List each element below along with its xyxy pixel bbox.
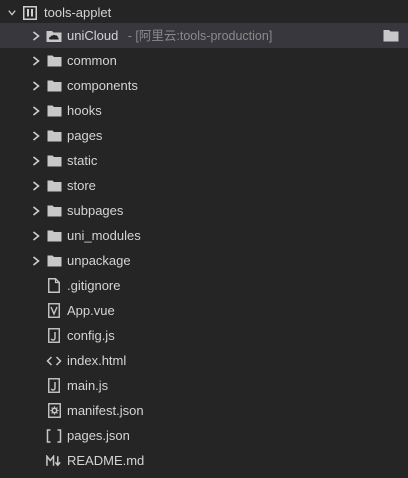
chevron-right-icon[interactable] xyxy=(30,248,42,273)
tree-item-pages-json[interactable]: pages.json xyxy=(0,423,408,448)
tree-item-label: index.html xyxy=(67,353,127,368)
settings-file-icon xyxy=(46,398,62,423)
folder-icon xyxy=(46,223,62,248)
tree-item-label: common xyxy=(67,53,117,68)
chevron-down-icon[interactable] xyxy=(6,0,18,25)
tree-item-label: uni_modules xyxy=(67,228,141,243)
chevron-right-icon[interactable] xyxy=(30,198,42,223)
tree-item-gitignore[interactable]: .gitignore xyxy=(0,273,408,298)
tree-item-label: manifest.json xyxy=(67,403,144,418)
tree-item-manifest-json[interactable]: manifest.json xyxy=(0,398,408,423)
markdown-file-icon xyxy=(46,448,62,473)
folder-icon xyxy=(46,248,62,273)
chevron-right-icon[interactable] xyxy=(30,123,42,148)
tree-item-label: config.js xyxy=(67,328,115,343)
project-icon xyxy=(22,0,38,25)
tree-item-readme-md[interactable]: README.md xyxy=(0,448,408,473)
tree-item-common[interactable]: common xyxy=(0,48,408,73)
tree-item-label: components xyxy=(67,78,138,93)
tree-item-label: pages xyxy=(67,128,103,143)
tree-item-hooks[interactable]: hooks xyxy=(0,98,408,123)
js-file-icon xyxy=(46,323,62,348)
tree-item-label: .gitignore xyxy=(67,278,121,293)
chevron-right-icon[interactable] xyxy=(30,73,42,98)
json-file-icon xyxy=(46,423,62,448)
folder-icon[interactable] xyxy=(382,23,400,48)
project-name: tools-applet xyxy=(44,5,112,20)
folder-icon xyxy=(46,173,62,198)
folder-icon xyxy=(46,148,62,173)
tree-item-label: uniCloud - [阿里云:tools-production] xyxy=(67,23,272,48)
tree-item-pages[interactable]: pages xyxy=(0,123,408,148)
tree-item-label: subpages xyxy=(67,203,124,218)
chevron-right-icon[interactable] xyxy=(30,223,42,248)
folder-icon xyxy=(46,98,62,123)
unicloud-label: uniCloud xyxy=(67,28,119,43)
tree-item-label: hooks xyxy=(67,103,102,118)
file-explorer: tools-applet uniCloud - [阿里云:tools-produ… xyxy=(0,0,408,478)
tree-item-label: README.md xyxy=(67,453,145,468)
tree-item-static[interactable]: static xyxy=(0,148,408,173)
chevron-right-icon[interactable] xyxy=(30,48,42,73)
js-file-icon xyxy=(46,373,62,398)
tree-item-label: unpackage xyxy=(67,253,131,268)
tree-item-label: pages.json xyxy=(67,428,130,443)
tree-item-main-js[interactable]: main.js xyxy=(0,373,408,398)
tree-item-unpackage[interactable]: unpackage xyxy=(0,248,408,273)
folder-icon xyxy=(46,123,62,148)
cloud-folder-icon xyxy=(46,23,62,48)
folder-icon xyxy=(46,198,62,223)
chevron-right-icon[interactable] xyxy=(30,98,42,123)
tree-item-index-html[interactable]: index.html xyxy=(0,348,408,373)
tree-item-config-js[interactable]: config.js xyxy=(0,323,408,348)
folder-icon xyxy=(46,73,62,98)
cloud-provider-tag: - [阿里云:tools-production] xyxy=(124,29,273,43)
tree-item-label: store xyxy=(67,178,96,193)
file-icon xyxy=(46,273,62,298)
tree-item-label: main.js xyxy=(67,378,109,393)
tree-item-label: App.vue xyxy=(67,303,115,318)
chevron-right-icon[interactable] xyxy=(30,148,42,173)
vue-file-icon xyxy=(46,298,62,323)
project-root[interactable]: tools-applet xyxy=(0,0,408,25)
tree-item-unicloud[interactable]: uniCloud - [阿里云:tools-production] xyxy=(0,23,408,48)
tree-item-app-vue[interactable]: App.vue xyxy=(0,298,408,323)
tree-item-store[interactable]: store xyxy=(0,173,408,198)
chevron-right-icon[interactable] xyxy=(30,173,42,198)
tree-item-components[interactable]: components xyxy=(0,73,408,98)
tree-item-subpages[interactable]: subpages xyxy=(0,198,408,223)
tree-item-label: static xyxy=(67,153,98,168)
chevron-right-icon[interactable] xyxy=(30,23,42,48)
folder-icon xyxy=(46,48,62,73)
html-file-icon xyxy=(46,348,62,373)
tree-item-uni-modules[interactable]: uni_modules xyxy=(0,223,408,248)
